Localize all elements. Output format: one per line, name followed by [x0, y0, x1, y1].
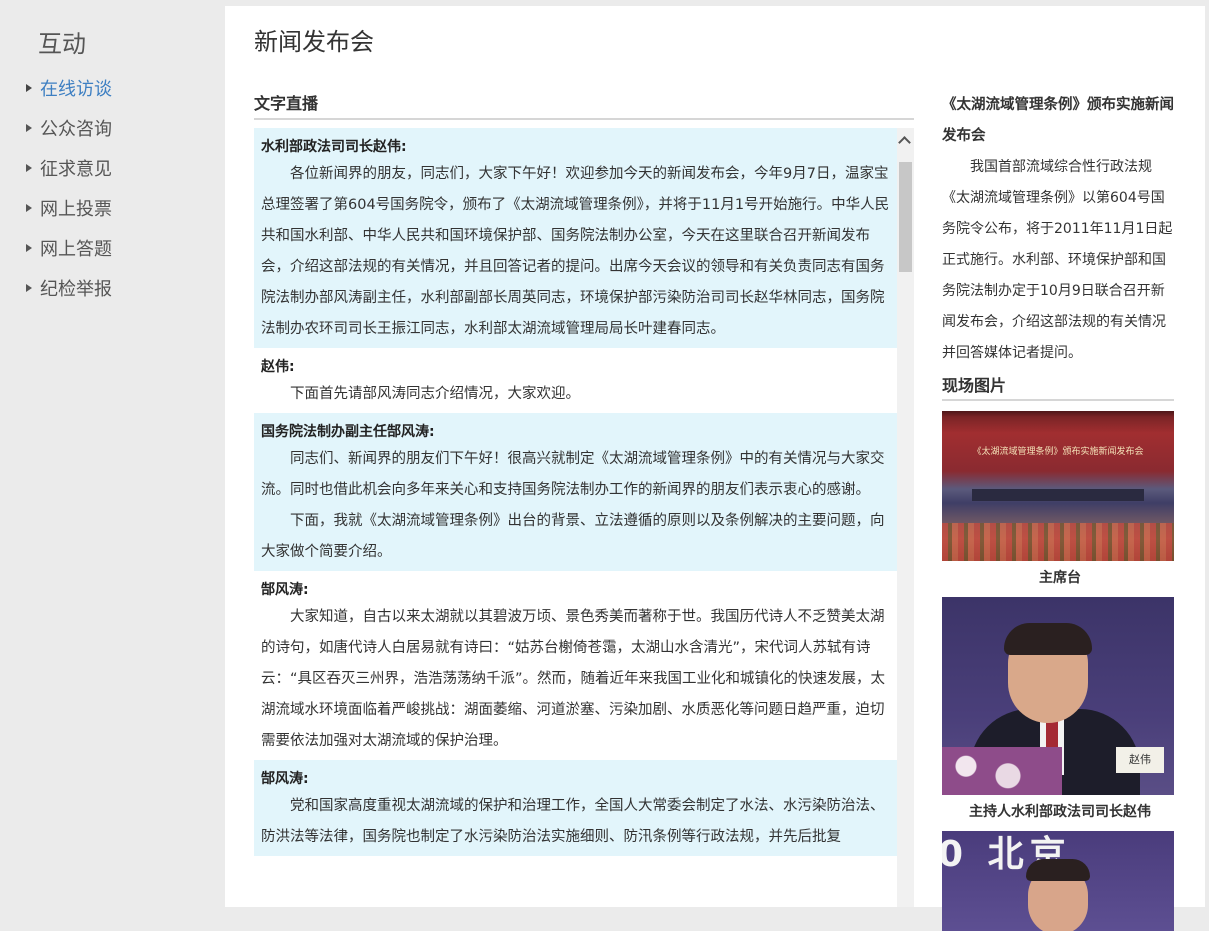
- speaker-name: 国务院法制办副主任郜风涛:: [261, 424, 435, 440]
- triangle-right-icon: [26, 84, 32, 92]
- speaker-name: 水利部政法司司长赵伟:: [261, 139, 407, 155]
- sidebar-title: 互动: [38, 30, 86, 58]
- sidebar-item-online-vote[interactable]: 网上投票: [26, 196, 112, 236]
- photo-caption: 主持人水利部政法司司长赵伟: [969, 804, 1151, 820]
- speech-text: 下面，我就《太湖流域管理条例》出台的背景、立法遵循的原则以及条例解决的主要问题，…: [261, 513, 885, 560]
- sidebar-menu: 在线访谈 公众咨询 征求意见 网上投票 网上答题 纪检举报: [26, 76, 112, 316]
- live-transcript[interactable]: 水利部政法司司长赵伟: 各位新闻界的朋友，同志们，大家下午好！欢迎参加今天的新闻…: [254, 128, 914, 907]
- live-section-title: 文字直播: [254, 90, 914, 120]
- sidebar-item-label: 征求意见: [40, 159, 112, 180]
- transcript-entry: 郜风涛: 党和国家高度重视太湖流域的保护和治理工作，全国人大常委会制定了水法、水…: [254, 760, 897, 856]
- sidebar-item-discipline-report[interactable]: 纪检举报: [26, 276, 112, 316]
- scrollbar-thumb[interactable]: [899, 162, 912, 272]
- transcript-entry: 水利部政法司司长赵伟: 各位新闻界的朋友，同志们，大家下午好！欢迎参加今天的新闻…: [254, 128, 897, 348]
- photo-decor: [942, 523, 1174, 561]
- photo-caption: 主席台: [1039, 570, 1081, 586]
- photo-banner-text: 《太湖流域管理条例》颁布实施新闻发布会: [972, 447, 1144, 457]
- page-title: 新闻发布会: [254, 28, 374, 56]
- sidebar-item-label: 纪检举报: [40, 279, 112, 300]
- sidebar-item-online-interview[interactable]: 在线访谈: [26, 76, 112, 116]
- event-headline[interactable]: 《太湖流域管理条例》颁布实施新闻发布会: [942, 90, 1178, 152]
- speech-text: 下面首先请部风涛同志介绍情况，大家欢迎。: [290, 386, 580, 402]
- triangle-right-icon: [26, 244, 32, 252]
- photo-host[interactable]: 赵伟: [942, 597, 1174, 795]
- photo-decor: [1026, 859, 1090, 881]
- sidebar-item-label: 公众咨询: [40, 119, 112, 140]
- photo-decor: [942, 747, 1062, 795]
- event-summary: 我国首部流域综合性行政法规《太湖流域管理条例》以第604号国务院令公布，将于20…: [942, 159, 1173, 361]
- triangle-right-icon: [26, 164, 32, 172]
- triangle-right-icon: [26, 124, 32, 132]
- photo-decor: [1004, 623, 1092, 655]
- transcript-entry: 赵伟: 下面首先请部风涛同志介绍情况，大家欢迎。: [254, 348, 897, 413]
- speech-text: 大家知道，自古以来太湖就以其碧波万顷、景色秀美而著称于世。我国历代诗人不乏赞美太…: [261, 609, 886, 749]
- speech-text: 同志们、新闻界的朋友们下午好！很高兴就制定《太湖流域管理条例》中的有关情况与大家…: [261, 451, 885, 498]
- side-column: 《太湖流域管理条例》颁布实施新闻发布会 我国首部流域综合性行政法规《太湖流域管理…: [942, 90, 1178, 931]
- speech-text: 党和国家高度重视太湖流域的保护和治理工作，全国人大常委会制定了水法、水污染防治法…: [261, 798, 885, 845]
- triangle-right-icon: [26, 284, 32, 292]
- transcript-entry: 国务院法制办副主任郜风涛: 同志们、新闻界的朋友们下午好！很高兴就制定《太湖流域…: [254, 413, 897, 571]
- scroll-up-icon[interactable]: [898, 136, 911, 149]
- photos-section-title: 现场图片: [942, 372, 1174, 401]
- photo-decor: [972, 489, 1144, 501]
- speaker-name: 郜风涛:: [261, 582, 309, 598]
- sidebar-item-solicit-opinions[interactable]: 征求意见: [26, 156, 112, 196]
- transcript-scrollbar[interactable]: [897, 128, 914, 907]
- speaker-name: 郜风涛:: [261, 771, 309, 787]
- main-panel: 新闻发布会 文字直播 水利部政法司司长赵伟: 各位新闻界的朋友，同志们，大家下午…: [225, 6, 1205, 931]
- sidebar-item-label: 网上答题: [40, 239, 112, 260]
- sidebar-item-label: 网上投票: [40, 199, 112, 220]
- sidebar-item-online-quiz[interactable]: 网上答题: [26, 236, 112, 276]
- speech-text: 各位新闻界的朋友，同志们，大家下午好！欢迎参加今天的新闻发布会，今年9月7日，温…: [261, 166, 890, 337]
- speaker-name: 赵伟:: [261, 359, 295, 375]
- photo-speaker[interactable]: 0 北京: [942, 831, 1174, 931]
- photo-nameplate: 赵伟: [1116, 747, 1164, 773]
- photo-podium[interactable]: 《太湖流域管理条例》颁布实施新闻发布会: [942, 411, 1174, 561]
- sidebar-item-public-consult[interactable]: 公众咨询: [26, 116, 112, 156]
- transcript-entry: 郜风涛: 大家知道，自古以来太湖就以其碧波万顷、景色秀美而著称于世。我国历代诗人…: [254, 571, 897, 760]
- transcript-content: 水利部政法司司长赵伟: 各位新闻界的朋友，同志们，大家下午好！欢迎参加今天的新闻…: [254, 128, 897, 856]
- triangle-right-icon: [26, 204, 32, 212]
- sidebar-item-label: 在线访谈: [40, 79, 112, 100]
- sidebar: 互动 在线访谈 公众咨询 征求意见 网上投票 网上答题 纪检举报: [0, 0, 225, 907]
